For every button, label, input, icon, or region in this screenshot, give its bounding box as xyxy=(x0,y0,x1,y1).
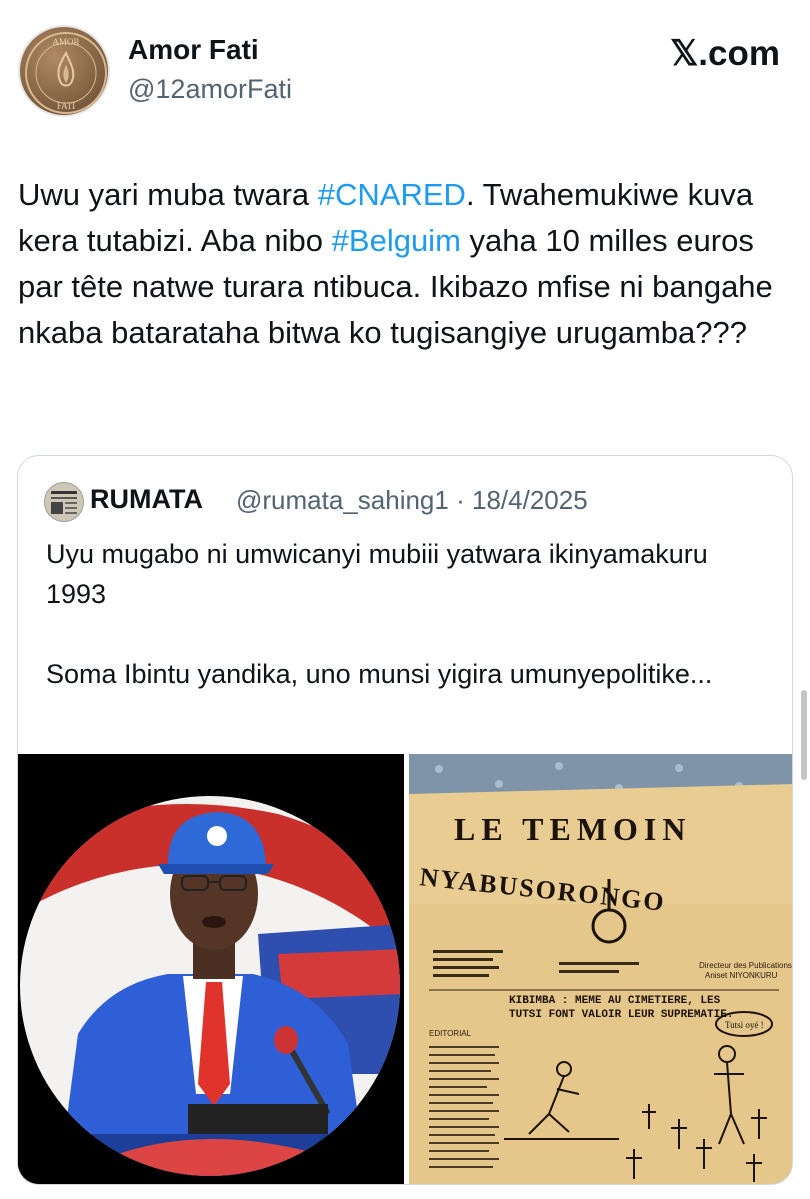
quoted-avatar[interactable] xyxy=(44,482,84,522)
portrait-image[interactable] xyxy=(18,754,404,1184)
quoted-author-name[interactable]: RUMATA xyxy=(90,484,203,515)
brand-logo: 𝕏.com xyxy=(670,34,780,73)
avatar-text-top: AMOR xyxy=(52,37,79,47)
author-avatar[interactable]: AMOR FATI xyxy=(18,25,110,117)
newspaper-director-name: Aniset NIYONKURU xyxy=(705,971,778,980)
newspaper-image[interactable]: LE TEMOIN NYABUSORONGO Directeur des Pub… xyxy=(409,754,792,1184)
quoted-meta: @rumata_sahing1 · 18/4/2025 xyxy=(236,485,588,516)
quoted-date[interactable]: 18/4/2025 xyxy=(472,485,588,515)
newspaper-director-label: Directeur des Publications xyxy=(699,961,792,970)
portrait-illustration xyxy=(18,754,404,1184)
meta-separator: · xyxy=(456,485,465,515)
newspaper-illustration: LE TEMOIN NYABUSORONGO Directeur des Pub… xyxy=(409,754,792,1184)
author-name[interactable]: Amor Fati xyxy=(128,34,259,66)
newspaper-column-title: EDITORIAL xyxy=(429,1029,472,1038)
quoted-paragraph: Soma Ibintu yandika, uno munsi yigira um… xyxy=(46,659,713,689)
medallion-logo: AMOR FATI xyxy=(25,32,107,114)
tweet-text: Uwu yari muba twara #CNARED. Twahemukiwe… xyxy=(18,172,788,356)
avatar-text-bottom: FATI xyxy=(57,101,75,111)
hashtag-link[interactable]: #Belguim xyxy=(332,223,461,258)
tweet-text-segment: Uwu yari muba twara xyxy=(18,177,318,212)
newspaper-title: LE TEMOIN xyxy=(454,811,691,847)
author-handle[interactable]: @12amorFati xyxy=(128,74,292,105)
quoted-paragraph: Uyu mugabo ni umwicanyi mubiii yatwara i… xyxy=(46,539,708,609)
quoted-tweet[interactable]: RUMATA @rumata_sahing1 · 18/4/2025 Uyu m… xyxy=(17,455,793,1185)
quoted-author-handle[interactable]: @rumata_sahing1 xyxy=(236,485,449,515)
scrollbar[interactable] xyxy=(801,690,807,780)
hashtag-link[interactable]: #CNARED xyxy=(318,177,466,212)
cartoon-speech-bubble: Tutsi oyé ! xyxy=(725,1020,764,1030)
newspaper-thumbnail-icon xyxy=(45,483,83,521)
quoted-text: Uyu mugabo ni umwicanyi mubiii yatwara i… xyxy=(46,534,766,694)
